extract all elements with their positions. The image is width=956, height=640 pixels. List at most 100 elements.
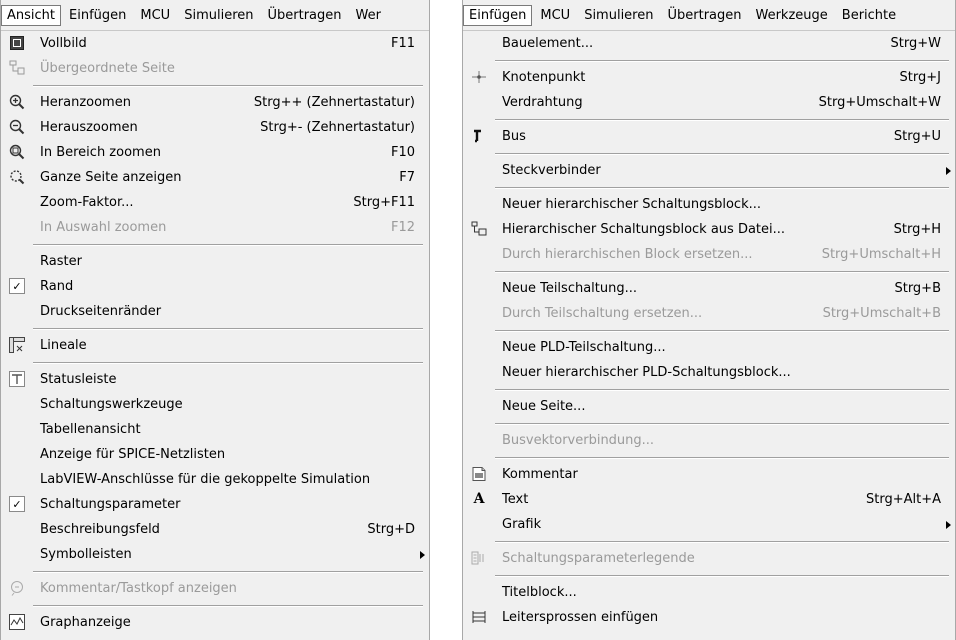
menu-item-schaltungsparameter[interactable]: ✓ Schaltungsparameter — [1, 492, 429, 517]
menu-item-hierarchischer-block-aus-datei[interactable]: Hierarchischer Schaltungsblock aus Datei… — [463, 217, 955, 242]
text-icon: A — [473, 491, 485, 507]
menu-item-knotenpunkt[interactable]: Knotenpunkt Strg+J — [463, 65, 955, 90]
menu-item-statusleiste[interactable]: Statusleiste — [1, 367, 429, 392]
menu-item-neue-pld-teilschaltung[interactable]: Neue PLD-Teilschaltung... — [463, 335, 955, 360]
menubar-werkzeuge[interactable]: Werkzeuge — [750, 5, 834, 26]
graph-icon — [9, 614, 25, 630]
menu-item-titelblock[interactable]: Titelblock... — [463, 580, 955, 605]
menu-item-text[interactable]: A Text Strg+Alt+A — [463, 487, 955, 512]
menubar-right: Einfügen MCU Simulieren Übertragen Werkz… — [463, 0, 955, 31]
menu-item-busvektorverbindung[interactable]: Busvektorverbindung... — [463, 428, 955, 453]
check-icon: ✓ — [9, 278, 25, 294]
menu-item-shortcut: Strg+Alt+A — [866, 492, 941, 507]
separator — [1, 358, 429, 367]
zoom-area-icon — [9, 144, 25, 160]
menu-item-durch-teilschaltung-ersetzen[interactable]: Durch Teilschaltung ersetzen... Strg+Ums… — [463, 301, 955, 326]
menu-item-label: Durch Teilschaltung ersetzen... — [502, 306, 703, 321]
menu-item-leitersprossen-einfuegen[interactable]: Leitersprossen einfügen — [463, 605, 955, 630]
hierarchical-block-icon — [471, 221, 487, 237]
menu-item-label: Statusleiste — [40, 372, 117, 387]
menubar-left: Ansicht Einfügen MCU Simulieren Übertrag… — [1, 0, 429, 31]
junction-icon — [471, 69, 487, 85]
menu-item-bus[interactable]: Bus Strg+U — [463, 124, 955, 149]
menu-item-heranzoomen[interactable]: Heranzoomen Strg++ (Zehnertastatur) — [1, 90, 429, 115]
menu-item-in-bereich-zoomen[interactable]: In Bereich zoomen F10 — [1, 140, 429, 165]
zoom-fit-icon — [9, 169, 25, 185]
submenu-arrow-icon — [946, 521, 951, 529]
menu-item-label: Text — [502, 492, 529, 507]
menu-item-bauelement[interactable]: Bauelement... Strg+W — [463, 31, 955, 56]
menu-item-raster[interactable]: Raster — [1, 249, 429, 274]
menu-item-kommentar-tastkopf[interactable]: Kommentar/Tastkopf anzeigen — [1, 576, 429, 601]
separator — [463, 56, 955, 65]
menubar-simulieren[interactable]: Simulieren — [178, 5, 259, 26]
menu-item-label: Bauelement... — [502, 36, 594, 51]
menu-item-shortcut: Strg+W — [890, 36, 941, 51]
submenu-arrow-icon — [420, 551, 425, 559]
separator — [463, 385, 955, 394]
menu-item-label: Bus — [502, 129, 526, 144]
background-gutter — [430, 0, 462, 640]
bus-icon — [471, 128, 487, 144]
menu-item-grafik[interactable]: Grafik — [463, 512, 955, 537]
menu-item-beschreibungsfeld[interactable]: Beschreibungsfeld Strg+D — [1, 517, 429, 542]
separator — [463, 115, 955, 124]
menu-item-shortcut: Strg+Umschalt+W — [818, 95, 941, 110]
separator — [1, 240, 429, 249]
menu-item-lineale[interactable]: Lineale — [1, 333, 429, 358]
menu-item-shortcut: F12 — [390, 220, 415, 235]
separator — [463, 326, 955, 335]
menu-item-in-auswahl-zoomen[interactable]: In Auswahl zoomen F12 — [1, 215, 429, 240]
menu-item-label: LabVIEW-Anschlüsse für die gekoppelte Si… — [40, 472, 371, 487]
menu-item-shortcut: Strg+U — [893, 129, 941, 144]
menu-item-label: Durch hierarchischen Block ersetzen... — [502, 247, 753, 262]
menubar-mcu[interactable]: MCU — [534, 5, 576, 26]
menu-item-neuer-pld-block[interactable]: Neuer hierarchischer PLD-Schaltungsblock… — [463, 360, 955, 385]
menu-item-ganze-seite-anzeigen[interactable]: Ganze Seite anzeigen F7 — [1, 165, 429, 190]
separator — [1, 567, 429, 576]
menu-item-tabellenansicht[interactable]: Tabellenansicht — [1, 417, 429, 442]
menubar-uebertragen[interactable]: Übertragen — [661, 5, 747, 26]
menu-item-rand[interactable]: ✓ Rand — [1, 274, 429, 299]
menu-item-durch-hierarchischen-block-ersetzen[interactable]: Durch hierarchischen Block ersetzen... S… — [463, 242, 955, 267]
menu-item-graphanzeige[interactable]: Graphanzeige — [1, 610, 429, 635]
menu-item-label: Beschreibungsfeld — [40, 522, 160, 537]
separator — [1, 81, 429, 90]
menubar-simulieren[interactable]: Simulieren — [578, 5, 659, 26]
menubar-einfuegen[interactable]: Einfügen — [63, 5, 132, 26]
menu-item-label: Vollbild — [40, 36, 87, 51]
menu-item-kommentar[interactable]: Kommentar — [463, 462, 955, 487]
menu-item-uebergeordnete-seite[interactable]: Übergeordnete Seite — [1, 56, 429, 81]
menu-item-label: Busvektorverbindung... — [502, 433, 655, 448]
menu-item-labview-anschluesse[interactable]: LabVIEW-Anschlüsse für die gekoppelte Si… — [1, 467, 429, 492]
menu-item-symbolleisten[interactable]: Symbolleisten — [1, 542, 429, 567]
menubar-uebertragen[interactable]: Übertragen — [262, 5, 348, 26]
menu-item-schaltungsparameterlegende[interactable]: Schaltungsparameterlegende — [463, 546, 955, 571]
menu-item-label: Steckverbinder — [502, 163, 601, 178]
menu-item-neue-teilschaltung[interactable]: Neue Teilschaltung... Strg+B — [463, 276, 955, 301]
menu-item-vollbild[interactable]: Vollbild F11 — [1, 31, 429, 56]
menu-item-druckseitenraender[interactable]: Druckseitenränder — [1, 299, 429, 324]
menu-item-verdrahtung[interactable]: Verdrahtung Strg+Umschalt+W — [463, 90, 955, 115]
menu-item-neue-seite[interactable]: Neue Seite... — [463, 394, 955, 419]
menu-item-schaltungswerkzeuge[interactable]: Schaltungswerkzeuge — [1, 392, 429, 417]
menubar-einfuegen[interactable]: Einfügen — [463, 4, 533, 26]
menubar-berichte[interactable]: Berichte — [836, 5, 902, 26]
menubar-werkzeuge-truncated[interactable]: Wer — [350, 5, 387, 26]
menubar-mcu[interactable]: MCU — [134, 5, 176, 26]
menu-item-label: Titelblock... — [502, 585, 577, 600]
menu-item-spice-netzlisten[interactable]: Anzeige für SPICE-Netzlisten — [1, 442, 429, 467]
menu-item-zoom-faktor[interactable]: Zoom-Faktor... Strg+F11 — [1, 190, 429, 215]
zoom-out-icon — [9, 119, 25, 135]
einfuegen-dropdown: Bauelement... Strg+W Knotenpunkt Strg+J … — [463, 31, 955, 630]
menu-item-label: Tabellenansicht — [40, 422, 141, 437]
menu-item-label: Zoom-Faktor... — [40, 195, 134, 210]
menu-item-label: Schaltungsparameterlegende — [502, 551, 695, 566]
menu-item-shortcut: Strg+H — [893, 222, 941, 237]
menubar-ansicht[interactable]: Ansicht — [1, 4, 62, 26]
menu-item-herauszoomen[interactable]: Herauszoomen Strg+- (Zehnertastatur) — [1, 115, 429, 140]
menu-item-label: Lineale — [40, 338, 87, 353]
menu-item-label: Druckseitenränder — [40, 304, 162, 319]
menu-item-steckverbinder[interactable]: Steckverbinder — [463, 158, 955, 183]
menu-item-neuer-hierarchischer-block[interactable]: Neuer hierarchischer Schaltungsblock... — [463, 192, 955, 217]
